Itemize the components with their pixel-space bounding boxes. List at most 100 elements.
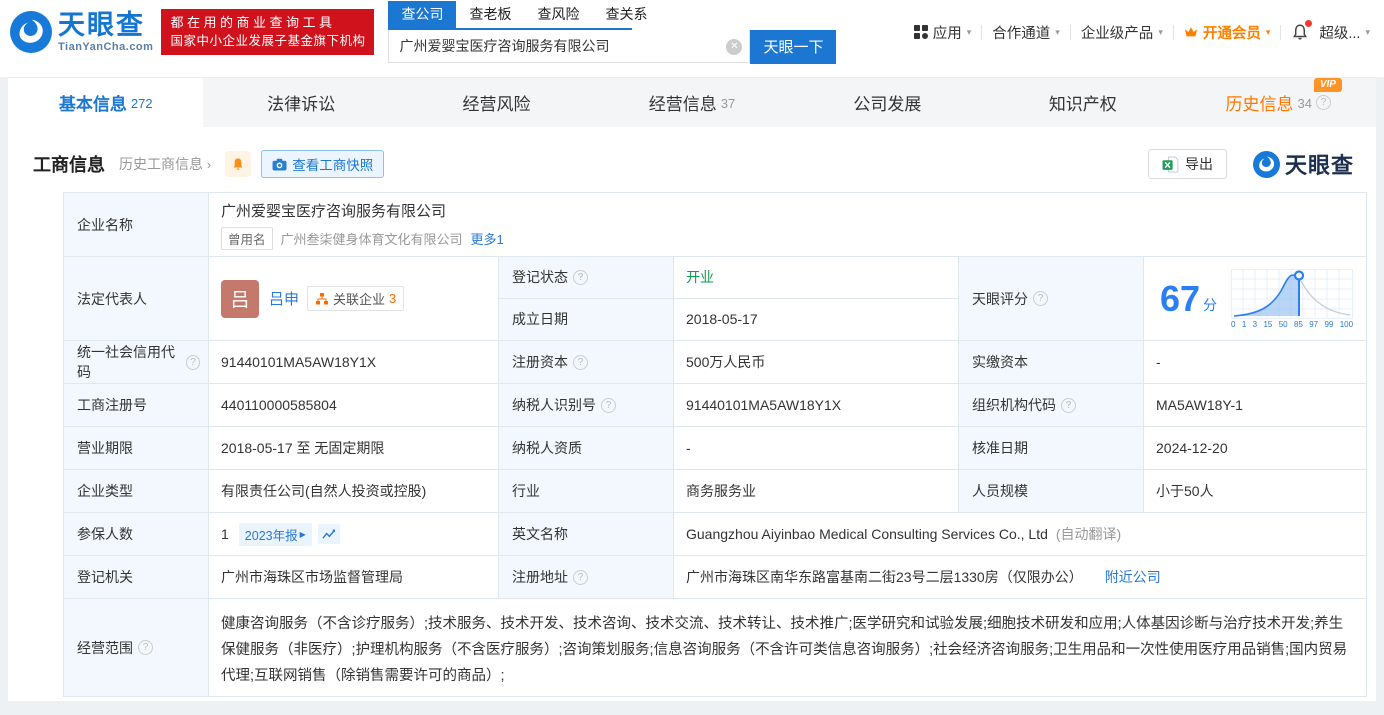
- org-code-label: 组织机构代码: [972, 397, 1056, 413]
- menu-enterprise[interactable]: 企业级产品 ▾: [1081, 22, 1163, 43]
- tab-label: 基本信息: [58, 95, 127, 114]
- promo-line2: 国家中小企业发展子基金旗下机构: [170, 34, 366, 49]
- menu-enterprise-label: 企业级产品: [1080, 25, 1154, 42]
- legal-rep-cell: 吕 吕申 关联企业 3: [209, 257, 499, 340]
- tab-business-info[interactable]: 经营信息 37: [594, 78, 789, 127]
- menu-vip[interactable]: 开通会员 ▾: [1184, 22, 1270, 43]
- address-label-cell: 注册地址?: [499, 556, 674, 598]
- score-unit: 分: [1203, 296, 1218, 313]
- axis-tick: 99: [1324, 319, 1334, 329]
- chart-axis-labels: 0 1 3 15 50 85 97 99 100: [1231, 320, 1353, 329]
- tab-company-development[interactable]: 公司发展: [790, 78, 985, 127]
- reg-capital-label: 注册资本: [512, 354, 568, 370]
- tianyancha-swirl-icon: [1252, 150, 1280, 178]
- est-date-value: 2018-05-17: [686, 311, 758, 328]
- history-business-info-link[interactable]: 历史工商信息 ›: [119, 154, 211, 174]
- search-input[interactable]: [388, 29, 751, 63]
- table-row: 登记机关 广州市海珠区市场监督管理局 注册地址? 广州市海珠区南华东路富基南二街…: [64, 556, 1366, 599]
- paid-capital-label: 实缴资本: [959, 341, 1144, 383]
- company-name-cell: 广州爱婴宝医疗咨询服务有限公司 曾用名 广州叁柒健身体育文化有限公司 更多1: [209, 193, 1366, 256]
- score-distribution-chart: 0 1 3 15 50 85 97 99 100: [1231, 268, 1354, 329]
- promo-banner: 都在用的商业查询工具 国家中小企业发展子基金旗下机构: [161, 8, 375, 56]
- company-name-value: 广州爱婴宝医疗咨询服务有限公司: [221, 202, 447, 220]
- biz-term-value: 2018-05-17 至 无固定期限: [209, 427, 499, 469]
- staff-size-value: 小于50人: [1156, 483, 1214, 499]
- credit-code-value: 91440101MA5AW18Y1X: [209, 341, 499, 383]
- search-tab-relation[interactable]: 查关系: [592, 1, 660, 28]
- clear-icon[interactable]: ✕: [726, 38, 743, 55]
- menu-partnership[interactable]: 合作通道 ▾: [992, 22, 1060, 43]
- menu-divider: [1172, 24, 1174, 40]
- help-icon[interactable]: ?: [1315, 95, 1331, 110]
- scope-value: 健康咨询服务（不含诊疗服务）;技术服务、技术开发、技术咨询、技术交流、技术转让、…: [221, 616, 1348, 684]
- table-row: 工商注册号 440110000585804 纳税人识别号? 91440101MA…: [64, 384, 1366, 427]
- apps-grid-icon: [913, 25, 928, 39]
- help-icon[interactable]: ?: [601, 397, 616, 413]
- annual-report-label: 2023年报: [244, 528, 298, 543]
- help-icon[interactable]: ?: [185, 354, 200, 370]
- search-area: 查公司 查老板 查风险 查关系 ✕ 天眼一下: [388, 0, 837, 64]
- tab-intellectual-property[interactable]: 知识产权: [985, 78, 1180, 127]
- reg-capital-value: 500万人民币: [674, 341, 959, 383]
- taxpayer-qual-label: 纳税人资质: [499, 427, 674, 469]
- notifications-bell[interactable]: [1291, 20, 1313, 41]
- related-companies-button[interactable]: 关联企业 3: [307, 286, 405, 311]
- taxpayer-id-value: 91440101MA5AW18Y1X: [674, 384, 959, 426]
- score-cell[interactable]: 67 分 0 1 3 15 50 85 97 99 100: [1144, 257, 1366, 340]
- annual-report-tag[interactable]: 2023年报 ▶: [238, 522, 312, 546]
- table-row: 营业期限 2018-05-17 至 无固定期限 纳税人资质 - 核准日期 202…: [64, 427, 1366, 470]
- reg-status-label: 登记状态: [512, 269, 568, 286]
- chevron-down-icon: ▾: [1158, 26, 1163, 37]
- search-tab-risk[interactable]: 查风险: [524, 1, 592, 28]
- top-header: 天眼查 TianYanCha.com 都在用的商业查询工具 国家中小企业发展子基…: [0, 0, 1384, 64]
- org-code-label-cell: 组织机构代码?: [959, 384, 1144, 426]
- help-icon[interactable]: ?: [1061, 397, 1076, 413]
- reg-number-value: 440110000585804: [209, 384, 499, 426]
- tianyancha-logo[interactable]: 天眼查 TianYanCha.com: [10, 11, 153, 53]
- history-link-label: 历史工商信息: [119, 156, 203, 172]
- legal-rep-label: 法定代表人: [64, 257, 209, 340]
- staff-size-label: 人员规模: [959, 470, 1144, 512]
- tab-basic-info[interactable]: 基本信息 272: [8, 78, 204, 127]
- watermark-logo: 天眼查: [1252, 148, 1354, 180]
- help-icon[interactable]: ?: [1033, 291, 1048, 306]
- line-chart-icon: [322, 528, 336, 539]
- org-chart-icon: [316, 292, 329, 304]
- search-tab-company[interactable]: 查公司: [388, 0, 457, 28]
- chevron-right-icon: ›: [206, 157, 212, 172]
- help-icon[interactable]: ?: [573, 569, 588, 585]
- english-name-label: 英文名称: [499, 513, 674, 555]
- legal-rep-name-link[interactable]: 吕申: [269, 288, 299, 309]
- monitor-bell-button[interactable]: [225, 151, 252, 177]
- header-gap: [0, 64, 1384, 77]
- view-business-snapshot-button[interactable]: 查看工商快照: [261, 150, 385, 178]
- axis-tick: 15: [1263, 319, 1273, 329]
- business-info-table: 企业名称 广州爱婴宝医疗咨询服务有限公司 曾用名 广州叁柒健身体育文化有限公司 …: [63, 192, 1367, 697]
- section-title: 工商信息: [33, 155, 105, 175]
- nearby-companies-link[interactable]: 附近公司: [1105, 567, 1161, 587]
- table-row: 法定代表人 吕 吕申 关联企业 3 登记状态? 开业 成立日期 2018-05-…: [64, 257, 1366, 341]
- search-button[interactable]: 天眼一下: [750, 29, 837, 64]
- help-icon[interactable]: ?: [573, 269, 588, 285]
- tab-history-info[interactable]: VIP 历史信息 34 ?: [1181, 78, 1376, 127]
- help-icon[interactable]: ?: [138, 640, 153, 655]
- search-tab-boss[interactable]: 查老板: [456, 1, 524, 28]
- legal-rep-avatar[interactable]: 吕: [221, 279, 259, 318]
- export-button[interactable]: 导出: [1147, 149, 1227, 179]
- menu-apps[interactable]: 应用 ▾: [913, 22, 972, 43]
- help-icon[interactable]: ?: [573, 354, 588, 370]
- crown-icon: [1184, 27, 1197, 37]
- chevron-down-icon: ▾: [966, 26, 972, 37]
- tab-legal-litigation[interactable]: 法律诉讼: [203, 78, 398, 127]
- promo-line1: 都在用的商业查询工具: [170, 14, 336, 30]
- camera-icon: [272, 158, 287, 171]
- menu-apps-label: 应用: [932, 25, 962, 42]
- tab-operating-risk[interactable]: 经营风险: [399, 78, 594, 127]
- menu-vip-label: 开通会员: [1202, 25, 1261, 42]
- menu-super-vip[interactable]: 超级... ▾: [1319, 22, 1370, 43]
- status-date-subgrid: 登记状态? 开业 成立日期 2018-05-17: [499, 257, 959, 340]
- logo-text: 天眼查: [58, 9, 145, 40]
- excel-icon: [1162, 156, 1179, 172]
- trend-chart-button[interactable]: [317, 524, 340, 544]
- more-former-names-link[interactable]: 更多1: [471, 229, 504, 248]
